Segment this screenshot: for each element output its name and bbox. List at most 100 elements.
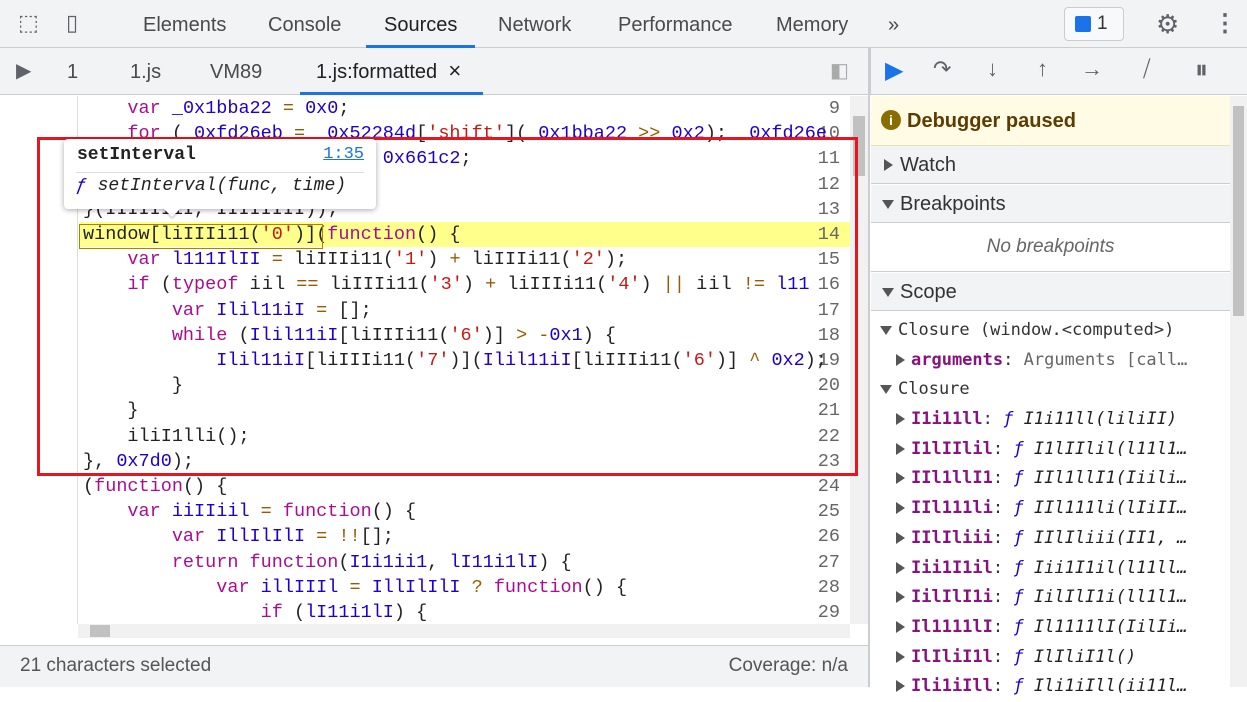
line-number[interactable]: 25 [780,501,840,522]
line-number[interactable]: 27 [780,552,840,573]
scope-item[interactable]: Iii1I1il: ƒ Iii1I1il(l11ll… [871,554,1230,584]
line-number[interactable]: 9 [780,98,840,119]
code-token: = !! [305,526,361,548]
prop-value: Il1111lI(IilIi… [1033,616,1188,637]
code-token: var [216,576,261,598]
scope-item[interactable]: I1i11ll: ƒ I1i11ll(liliII) [871,405,1230,435]
function-icon: ƒ [1013,557,1024,578]
step-over-icon[interactable]: ↷ [933,56,951,82]
toggle-debugger-icon[interactable]: ◧ [830,58,849,83]
function-icon: ƒ [1013,498,1024,519]
line-number[interactable]: 26 [780,526,840,547]
more-tabs-button[interactable]: » [888,0,899,48]
line-number[interactable]: 24 [780,476,840,497]
scope-item[interactable]: IIlIliii: ƒ IIlIliii(II1, … [871,524,1230,554]
function-icon: ƒ [1013,587,1024,608]
pane-divider[interactable] [868,48,870,687]
close-tab-icon[interactable]: × [448,47,461,95]
code-token: function [493,576,583,598]
code-token: ( [83,476,95,497]
code-token: ( [293,602,306,623]
coverage-status: Coverage: n/a [728,655,848,676]
file-tab-1[interactable]: 1 [67,48,78,95]
code-token: var [171,526,217,548]
kebab-menu-icon[interactable]: ⋮ [1213,9,1237,38]
selection-status: 21 characters selected [20,655,212,676]
tab-memory[interactable]: Memory [776,0,848,48]
hover-tooltip: setInterval 1:35 ƒ setInterval(func, tim… [64,139,376,209]
code-token: = [271,98,306,119]
code-token: var [127,501,172,523]
code-token: lI11i1lI [305,602,394,623]
device-toggle-icon[interactable]: ▯ [66,10,78,36]
code-token: ) { [393,602,428,623]
file-tab-formatted[interactable]: 1.js:formatted × [299,47,484,95]
code-line: (function() { [83,476,227,497]
line-number[interactable]: 28 [780,577,840,598]
status-bar: 21 characters selected Coverage: n/a [0,645,868,687]
file-tab-1js[interactable]: 1.js [130,48,161,95]
tooltip-separator [76,172,364,173]
issues-count: 1 [1097,13,1108,34]
scope-item[interactable]: IIl111li: ƒ IIl111li(lIiII… [871,494,1230,524]
deactivate-breakpoints-icon[interactable]: ⧸ [1143,56,1150,82]
breakpoints-section[interactable]: Breakpoints [871,185,1230,223]
scope-item[interactable]: Ili1iIll: ƒ Ili1iIll(ii11l… [871,672,1230,702]
code-token: _0x1bba22 [171,98,272,119]
file-tab-vm89[interactable]: VM89 [210,48,262,95]
prop-value: Ili1iIll(ii11l… [1033,676,1188,697]
sidebar-scrollbar[interactable] [1230,96,1247,687]
scope-item[interactable]: IilIlI1i: ƒ IilIlI1i(ll1l1… [871,583,1230,613]
step-out-icon[interactable]: ↑ [1037,56,1048,82]
watch-section[interactable]: Watch [871,146,1230,184]
toggle-navigator-icon[interactable]: ▶ [16,58,31,83]
scope-item[interactable]: I1lIIlil: ƒ I1lIIlil(l11l1… [871,435,1230,465]
code-token: () { [182,476,228,497]
scope-item[interactable]: Il1111lI: ƒ Il1111lI(IilIi… [871,613,1230,643]
code-token: = [338,576,372,598]
tab-network[interactable]: Network [498,0,571,48]
arguments-node[interactable]: arguments: Arguments [call… [871,346,1230,376]
line-number[interactable]: 29 [780,602,840,623]
file-tabs-bar: ▶ 1 1.js VM89 1.js:formatted × ◧ [0,48,868,95]
expand-arrow-icon [896,472,905,485]
prop-value: I1lIIlil(l11l1… [1033,438,1188,459]
closure-node[interactable]: Closure [871,375,1230,405]
expand-arrow-icon [880,384,892,394]
code-token: ) { [538,551,572,573]
function-icon: ƒ [1013,646,1024,667]
tab-performance[interactable]: Performance [618,0,733,48]
scope-item[interactable]: IIl1llI1: ƒ IIl1llI1(Iiili… [871,464,1230,494]
tab-sources[interactable]: Sources [365,0,476,48]
expand-arrow-icon [896,591,905,604]
code-token: function [282,501,372,523]
expand-arrow-icon [896,442,905,455]
file-tab-label: 1.js:formatted [316,61,438,83]
closure-computed-node[interactable]: Closure (window.<computed>) [871,316,1230,346]
scope-item[interactable]: IlIliI1l: ƒ IlIliI1l() [871,643,1230,673]
prop-value: IilIlI1i(ll1l1… [1033,587,1188,608]
issues-button[interactable]: 1 [1064,7,1124,41]
tooltip-location-link[interactable]: 1:35 [323,145,364,164]
prop-value: IIl111li(lIiII… [1033,498,1188,519]
code-line: var illIIIl = IllIlIlI ? function() { [83,577,627,598]
inspect-icon[interactable]: ⬚ [18,10,39,36]
tab-elements[interactable]: Elements [143,0,226,48]
editor-horizontal-scrollbar[interactable] [78,624,850,638]
code-line: var IllIlIlI = !![]; [83,526,394,547]
step-icon[interactable]: → [1081,56,1103,82]
function-icon: ƒ [1013,527,1024,548]
code-token: ; [338,98,350,119]
expand-arrow-icon [896,561,905,574]
tab-console[interactable]: Console [268,0,341,48]
gear-icon[interactable]: ⚙ [1156,9,1179,40]
tooltip-signature: ƒ setInterval(func, time) [76,176,346,196]
pause-on-exceptions-icon[interactable]: ⏸ [1195,54,1208,86]
step-into-icon[interactable]: ↓ [987,56,998,82]
scope-section[interactable]: Scope [871,273,1230,311]
code-line: return function(I1i1ii1, lI11i1lI) { [83,552,572,573]
resume-icon[interactable]: ▶ [885,56,903,85]
prop-name: IlIliI1l [911,646,993,667]
